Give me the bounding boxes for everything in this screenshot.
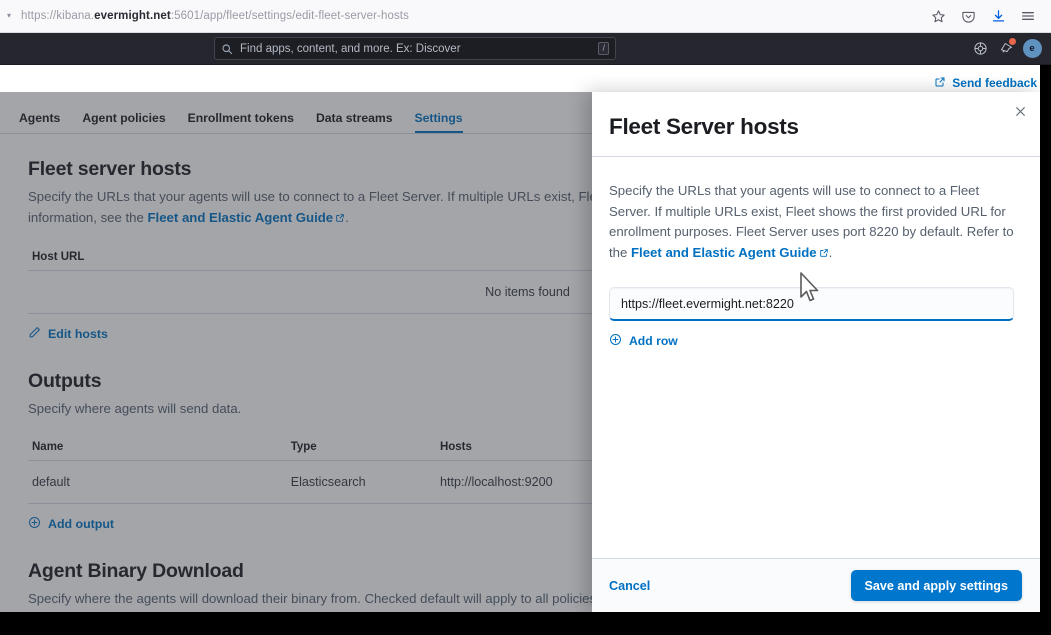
search-icon <box>221 43 233 55</box>
send-feedback-label: Send feedback <box>952 76 1037 90</box>
save-and-apply-settings-button[interactable]: Save and apply settings <box>850 570 1022 601</box>
cancel-button[interactable]: Cancel <box>609 579 650 593</box>
url-scheme: https://kibana. <box>21 10 95 22</box>
flyout-fleet-guide-link[interactable]: Fleet and Elastic Agent Guide <box>631 245 817 260</box>
url-domain: evermight.net <box>94 10 171 22</box>
menu-icon[interactable] <box>1013 1 1043 31</box>
add-row-label: Add row <box>629 334 678 348</box>
address-bar[interactable]: ▾ https://kibana.evermight.net:5601/app/… <box>0 0 923 33</box>
browser-icon-group <box>923 1 1051 31</box>
user-avatar-button[interactable]: e <box>1021 37 1043 59</box>
external-link-icon <box>819 244 829 265</box>
search-shortcut-badge: / <box>598 42 609 55</box>
flyout-footer: Cancel Save and apply settings <box>592 558 1040 612</box>
plus-circle-icon <box>609 333 622 349</box>
browser-toolbar: ▾ https://kibana.evermight.net:5601/app/… <box>0 0 1051 33</box>
external-link-icon <box>934 76 946 91</box>
host-url-field-wrapper <box>609 287 1014 321</box>
flyout-body: Specify the URLs that your agents will u… <box>592 157 1040 558</box>
flyout-title: Fleet Server hosts <box>609 114 799 139</box>
add-row-button[interactable]: Add row <box>609 333 678 349</box>
flyout-description: Specify the URLs that your agents will u… <box>609 181 1014 264</box>
flyout-header: Fleet Server hosts <box>592 92 1040 157</box>
bookmark-star-icon[interactable] <box>923 1 953 31</box>
download-icon[interactable] <box>983 1 1013 31</box>
screen-root: ▾ https://kibana.evermight.net:5601/app/… <box>0 0 1051 635</box>
fleet-server-hosts-flyout: Fleet Server hosts Specify the URLs that… <box>592 92 1040 612</box>
flyout-desc-text-2: . <box>828 244 833 260</box>
avatar: e <box>1022 38 1042 58</box>
host-url-input[interactable] <box>609 287 1014 321</box>
help-circle-icon[interactable] <box>969 37 991 59</box>
announcement-icon[interactable] <box>995 37 1017 59</box>
pocket-icon[interactable] <box>953 1 983 31</box>
screen-bottom-edge <box>0 612 1051 635</box>
global-search-bar[interactable]: Find apps, content, and more. Ex: Discov… <box>214 37 616 60</box>
close-icon[interactable] <box>1010 101 1030 121</box>
kibana-header-actions: e <box>969 37 1043 59</box>
search-placeholder: Find apps, content, and more. Ex: Discov… <box>240 42 461 55</box>
dropdown-caret-icon: ▾ <box>6 11 11 20</box>
url-text: https://kibana.evermight.net:5601/app/fl… <box>16 10 409 22</box>
url-path: :5601/app/fleet/settings/edit-fleet-serv… <box>170 10 409 22</box>
notification-badge <box>1009 38 1016 45</box>
screen-right-edge <box>1040 65 1051 635</box>
send-feedback-link[interactable]: Send feedback <box>934 76 1037 91</box>
